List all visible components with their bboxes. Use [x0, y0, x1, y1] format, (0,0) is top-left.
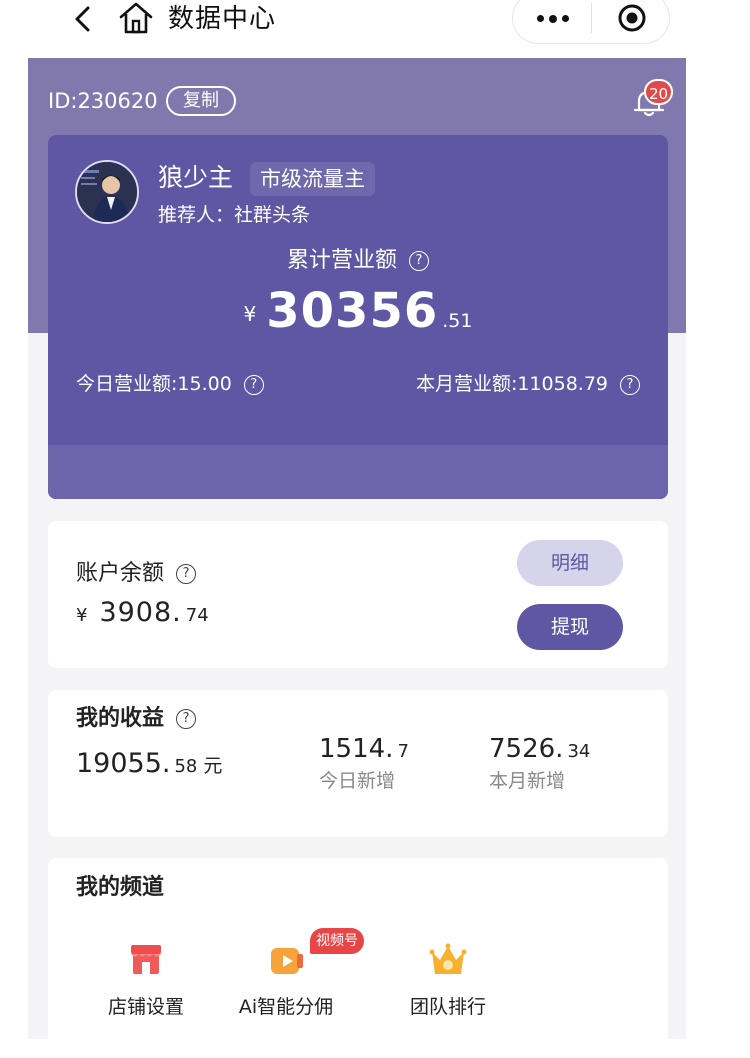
income-month-decimal: 34 — [567, 741, 591, 762]
month-revenue-row: 本月营业额:11058.79? — [416, 369, 640, 399]
user-name: 狼少主 — [158, 163, 234, 192]
capsule-divider — [591, 3, 592, 33]
top-nav-bar: 数据中心 — [0, 0, 750, 50]
channel-item-store-settings[interactable]: 店铺设置 — [81, 940, 211, 1019]
back-arrow-icon[interactable] — [68, 2, 98, 36]
more-menu-icon[interactable] — [533, 9, 573, 29]
today-revenue-row: 今日营业额:15.00? — [76, 369, 264, 399]
page-content: ID:230620 复制 20 狼少主 市级流量主 推荐人：社群头条 累计营业额… — [28, 58, 686, 1058]
avatar-image — [77, 162, 137, 222]
income-today-integer: 1514. — [319, 734, 394, 764]
income-month-stat: 7526. 34 本月新增 — [489, 734, 590, 793]
total-revenue-decimal: .51 — [442, 310, 473, 332]
detail-button[interactable]: 明细 — [517, 540, 623, 586]
income-today-label: 今日新增 — [319, 770, 396, 792]
notification-badge: 20 — [644, 79, 674, 105]
video-icon — [271, 948, 303, 974]
video-tag-badge: 视频号 — [310, 928, 364, 954]
balance-decimal: 74 — [185, 605, 209, 626]
total-revenue-label-row: 累计营业额? — [48, 245, 668, 277]
help-icon[interactable]: ? — [176, 564, 197, 584]
help-icon[interactable]: ? — [620, 374, 640, 395]
income-title-row: 我的收益? — [76, 703, 197, 735]
crown-icon — [429, 943, 467, 974]
income-total-integer: 19055. — [76, 748, 171, 779]
currency-symbol: ¥ — [76, 605, 88, 626]
income-total: 19055. 58 元 — [76, 748, 222, 779]
withdraw-button[interactable]: 提现 — [517, 604, 623, 650]
total-revenue-integer: 30356 — [266, 283, 439, 339]
help-icon[interactable]: ? — [176, 709, 197, 729]
channel-label-team-ranking: 团队排行 — [409, 996, 486, 1018]
channel-label-ai-commission: Ai智能分佣 — [238, 996, 334, 1018]
income-total-decimal: 58 — [174, 756, 198, 777]
channel-item-team-ranking[interactable]: 团队排行 — [383, 940, 513, 1019]
balance-title-row: 账户余额? — [76, 558, 197, 590]
home-icon[interactable] — [118, 0, 154, 36]
channel-title: 我的频道 — [76, 875, 165, 900]
income-today-stat: 1514. 7 今日新增 — [319, 734, 409, 793]
currency-symbol: ¥ — [243, 302, 257, 326]
balance-title: 账户余额 — [76, 561, 165, 586]
total-revenue-amount: ¥30356.51 — [48, 283, 668, 339]
channel-label-store-settings: 店铺设置 — [107, 996, 184, 1018]
income-month-integer: 7526. — [489, 734, 564, 764]
store-icon — [131, 945, 161, 974]
month-revenue: 本月营业额:11058.79 — [415, 373, 608, 395]
help-icon[interactable]: ? — [243, 374, 264, 395]
close-target-icon[interactable] — [617, 3, 647, 33]
income-card: 我的收益? 19055. 58 元 1514. 7 今日新增 7526. 34 本月新增 — [48, 690, 668, 837]
level-tag: 市级流量主 — [250, 162, 375, 196]
balance-card: 账户余额? ¥3908. 74 明细 提现 — [48, 521, 668, 668]
channel-card: 我的频道 店铺设置 Ai智能分佣 视频号 团队排行 — [48, 858, 668, 1058]
page-title: 数据中心 — [168, 4, 277, 34]
balance-integer: 3908. — [99, 597, 182, 628]
revenue-card-footer — [48, 445, 668, 499]
income-month-label: 本月新增 — [489, 770, 566, 792]
income-title: 我的收益 — [76, 706, 165, 731]
referrer-text: 推荐人：社群头条 — [158, 204, 311, 226]
income-unit: 元 — [203, 755, 223, 777]
revenue-card: 狼少主 市级流量主 推荐人：社群头条 累计营业额? ¥30356.51 今日营业… — [48, 135, 668, 499]
help-icon[interactable]: ? — [409, 251, 429, 271]
copy-id-button[interactable]: 复制 — [166, 86, 236, 116]
balance-amount: ¥3908. 74 — [76, 597, 209, 628]
mini-program-capsule — [512, 0, 670, 44]
today-revenue: 今日营业额:15.00 — [76, 373, 232, 395]
account-id: ID:230620 — [48, 89, 158, 113]
income-today-decimal: 7 — [397, 741, 409, 762]
total-revenue-label: 累计营业额 — [286, 248, 397, 273]
avatar[interactable] — [75, 160, 139, 224]
